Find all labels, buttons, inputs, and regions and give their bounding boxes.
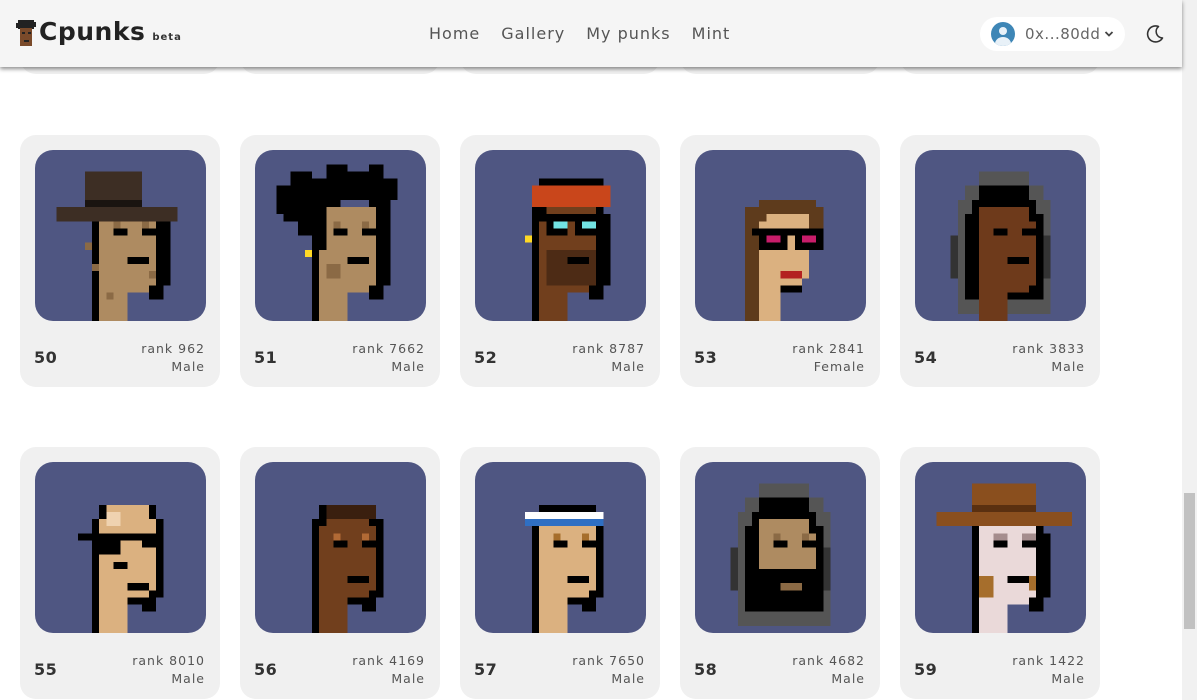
punk-gender: Female [813, 359, 865, 374]
nav-home[interactable]: Home [429, 24, 480, 43]
punk-rank: rank 8010 [132, 653, 205, 668]
punk-gender: Male [171, 671, 205, 686]
nav-gallery[interactable]: Gallery [501, 24, 565, 43]
top-navbar: Cpunks beta Home Gallery My punks Mint 0… [0, 0, 1182, 67]
punk-id: 55 [34, 660, 58, 679]
punk-card[interactable]: 56 rank 4169 Male [240, 447, 440, 699]
punk-logo-icon [16, 20, 36, 46]
punk-gender: Male [611, 359, 645, 374]
punk-card[interactable]: 59 rank 1422 Male [900, 447, 1100, 699]
punk-rank: rank 4682 [792, 653, 865, 668]
punk-id: 53 [694, 348, 718, 367]
punk-image [475, 150, 646, 321]
punk-id: 50 [34, 348, 58, 367]
punk-rank: rank 1422 [1012, 653, 1085, 668]
punk-rank: rank 7662 [352, 341, 425, 356]
nav-mint[interactable]: Mint [692, 24, 731, 43]
punk-image [695, 150, 866, 321]
punk-image [915, 462, 1086, 633]
punk-rank: rank 3833 [1012, 341, 1085, 356]
punk-id: 59 [914, 660, 938, 679]
punk-image [35, 462, 206, 633]
punk-gender: Male [391, 359, 425, 374]
punk-id: 57 [474, 660, 498, 679]
punk-card[interactable]: 55 rank 8010 Male [20, 447, 220, 699]
nav-my-punks[interactable]: My punks [586, 24, 670, 43]
chevron-down-icon [1105, 31, 1114, 37]
punk-image [255, 462, 426, 633]
punk-id: 51 [254, 348, 278, 367]
punk-rank: rank 7650 [572, 653, 645, 668]
punk-gender: Male [1051, 671, 1085, 686]
punk-image [255, 150, 426, 321]
punk-image [475, 462, 646, 633]
punk-id: 58 [694, 660, 718, 679]
wallet-button[interactable]: 0x...80dd [980, 17, 1125, 51]
punk-card[interactable]: 54 rank 3833 Male [900, 135, 1100, 387]
logo-text: Cpunks [39, 17, 146, 46]
punk-card[interactable]: 52 rank 8787 Male [460, 135, 660, 387]
main-nav: Home Gallery My punks Mint [429, 24, 730, 43]
wallet-address: 0x...80dd [1025, 25, 1101, 43]
punk-image [35, 150, 206, 321]
beta-label: beta [152, 32, 182, 43]
punk-image [915, 150, 1086, 321]
punk-gender: Male [171, 359, 205, 374]
punk-id: 54 [914, 348, 938, 367]
punk-rank: rank 962 [141, 341, 205, 356]
punk-image [695, 462, 866, 633]
punk-card[interactable]: 58 rank 4682 Male [680, 447, 880, 699]
punk-card[interactable]: 51 rank 7662 Male [240, 135, 440, 387]
punk-id: 56 [254, 660, 278, 679]
punk-gender: Male [831, 671, 865, 686]
moon-icon[interactable] [1145, 24, 1165, 44]
punk-card[interactable]: 50 rank 962 Male [20, 135, 220, 387]
punk-rank: rank 8787 [572, 341, 645, 356]
punk-rank: rank 4169 [352, 653, 425, 668]
logo[interactable]: Cpunks beta [16, 18, 182, 46]
punk-card[interactable]: 53 rank 2841 Female [680, 135, 880, 387]
user-avatar-icon [991, 22, 1015, 46]
scrollbar-thumb[interactable] [1184, 493, 1195, 629]
punk-card[interactable]: 57 rank 7650 Male [460, 447, 660, 699]
punk-id: 52 [474, 348, 498, 367]
punk-rank: rank 2841 [792, 341, 865, 356]
punk-gender: Male [391, 671, 425, 686]
punk-gender: Male [1051, 359, 1085, 374]
punk-gender: Male [611, 671, 645, 686]
